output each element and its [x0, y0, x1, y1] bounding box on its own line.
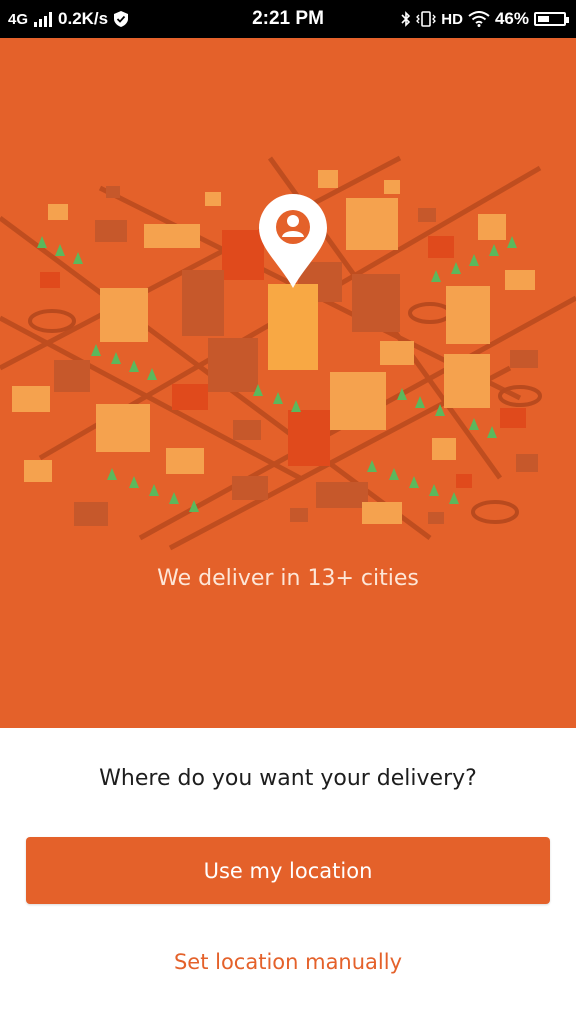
wifi-icon — [468, 11, 490, 27]
delivery-prompt-title: Where do you want your delivery? — [99, 766, 477, 791]
hero-banner: We deliver in 13+ cities — [0, 38, 576, 728]
hero-tagline: We deliver in 13+ cities — [157, 566, 419, 591]
vibrate-icon — [416, 11, 437, 27]
battery-icon — [534, 12, 569, 26]
city-map-illustration — [0, 155, 576, 551]
status-right: HD 46% — [401, 9, 569, 29]
use-my-location-button[interactable]: Use my location — [26, 837, 550, 904]
set-location-manually-button[interactable]: Set location manually — [0, 950, 576, 974]
hd-label: HD — [441, 10, 463, 28]
battery-percent: 46% — [494, 9, 529, 28]
status-bar: 4G 0.2K/s 2:21 PM HD 46% — [0, 0, 576, 38]
bluetooth-icon — [401, 11, 411, 27]
